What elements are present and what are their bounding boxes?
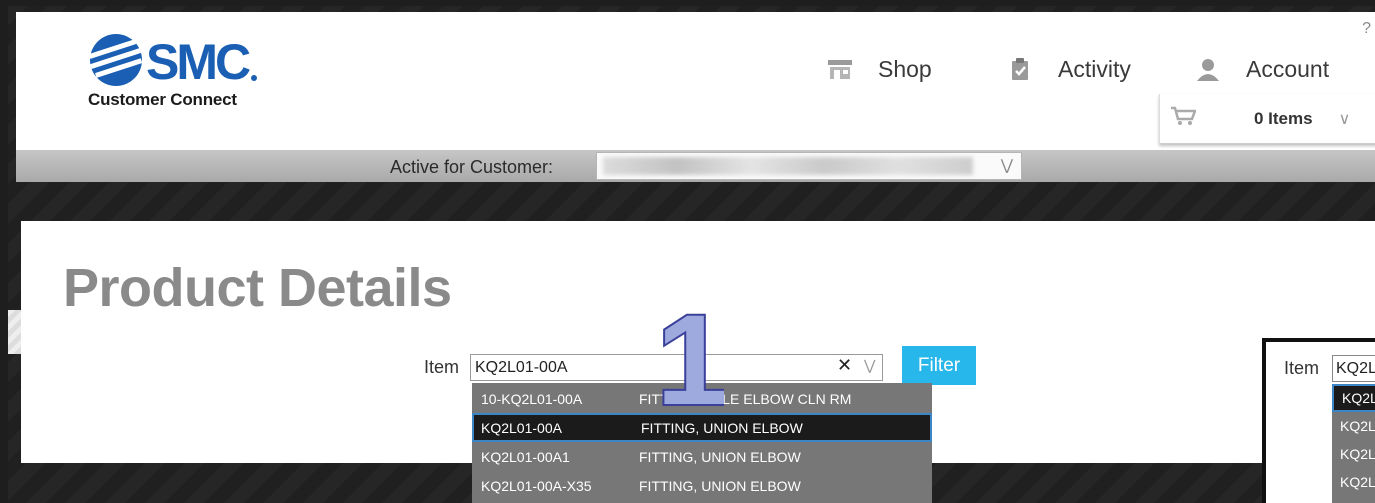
shop-icon <box>824 57 856 81</box>
double-chevron-down-icon: ⋁ <box>1000 157 1013 174</box>
suggestion-row-selected[interactable]: KQ2L01-00A FITTING, UNION ELBOW <box>472 413 932 442</box>
cart-icon <box>1170 106 1198 131</box>
suggestion-code: 10-KQ2L01-00A <box>481 390 583 407</box>
suggestion-desc: FITTING, UNION ELBOW <box>639 448 801 465</box>
smc-logo[interactable]: SMC Customer Connect <box>88 32 268 112</box>
customer-label: Active for Customer: <box>390 157 554 177</box>
svg-text:SMC: SMC <box>146 34 250 88</box>
customer-bar: Active for Customer: ⋁ <box>16 150 1375 182</box>
suggestion-code: KQ2L01-00A1 <box>481 448 570 465</box>
smc-logo-mark: SMC <box>88 34 257 88</box>
nav-activity-label: Activity <box>1058 55 1131 82</box>
suggestion-row[interactable]: KQ2L01-00A1 FITTING, UNION ELBOW <box>472 442 932 471</box>
suggestion-desc: FITTING, UNION ELBOW <box>641 419 803 436</box>
inset-row: KQ2L <box>1332 384 1375 412</box>
clear-icon[interactable]: ✕ <box>837 355 852 376</box>
step-callout: 1 <box>654 287 729 434</box>
suggestion-code: KQ2L01-00A-X35 <box>481 477 592 494</box>
user-icon <box>1192 57 1224 81</box>
callout-number: 1 <box>660 298 724 410</box>
inset-preview: Item KQ2L KQ2L KQ2L KQ2L KQ2L <box>1262 338 1375 503</box>
inset-row: KQ2L <box>1340 418 1375 434</box>
item-label: Item <box>424 357 460 377</box>
header: SMC Customer Connect ? Shop Activity Acc… <box>16 12 1375 150</box>
cart-button[interactable]: 0 Items ∨ <box>1159 94 1375 144</box>
page-title: Product Details <box>63 258 452 318</box>
customer-name-redacted <box>603 157 973 175</box>
cart-items-label: 0 Items <box>1254 108 1313 128</box>
help-link[interactable]: ? <box>1362 20 1371 38</box>
inset-dropdown: KQ2L KQ2L KQ2L KQ2L <box>1332 384 1375 503</box>
nav-account[interactable]: Account <box>1192 54 1329 84</box>
side-decoration <box>8 310 21 354</box>
logo-tagline: Customer Connect <box>88 90 237 109</box>
chevron-down-icon[interactable]: ∨ <box>1339 109 1351 129</box>
suggestion-row[interactable]: KQ2L01-00A-X35 FITTING, UNION ELBOW <box>472 471 932 500</box>
inset-row: KQ2L <box>1340 474 1375 490</box>
nav-shop-label: Shop <box>878 55 932 82</box>
clipboard-check-icon <box>1004 57 1036 81</box>
inset-row: KQ2L <box>1340 446 1375 462</box>
inset-item-label: Item <box>1284 358 1320 378</box>
customer-select[interactable]: ⋁ <box>596 152 1022 180</box>
suggestion-code: KQ2L01-00A <box>481 419 562 436</box>
filter-button[interactable]: Filter <box>902 346 976 385</box>
suggestion-desc: FITTING, UNION ELBOW <box>639 477 801 494</box>
nav-shop[interactable]: Shop <box>824 54 932 84</box>
inset-item-input: KQ2L <box>1332 355 1375 382</box>
nav-account-label: Account <box>1246 55 1330 82</box>
double-chevron-down-icon[interactable]: ⋁ <box>864 357 875 374</box>
nav-activity[interactable]: Activity <box>1004 54 1131 84</box>
